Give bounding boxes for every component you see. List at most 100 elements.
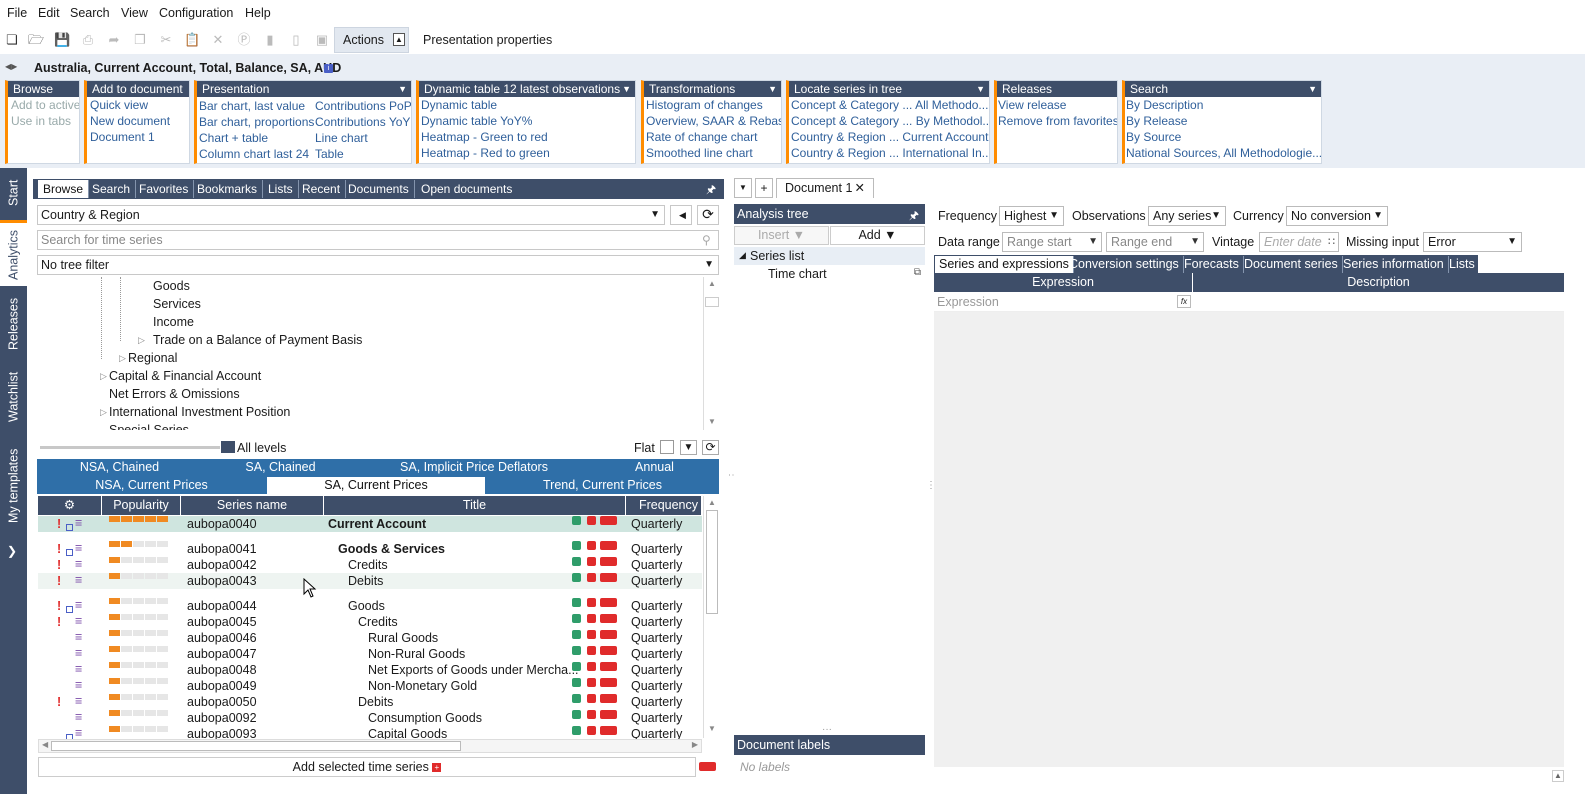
chart-icon[interactable] [572,573,581,582]
dropdown-icon[interactable]: ▼ [622,81,631,97]
dropdown-icon[interactable]: ▼ [398,81,407,97]
expression-input-row[interactable]: Expression fx [934,292,1564,312]
table-row[interactable]: ! ≡ aubopa0042 Credits Quarterly [38,557,702,573]
expand-sidebar-icon[interactable]: ❯ [7,544,17,558]
line-chart-link[interactable]: Line chart [315,130,411,146]
chart-icon[interactable] [572,726,581,735]
collapse-icon[interactable]: ◢ [739,250,746,261]
menu-file[interactable]: File [7,6,27,20]
add-to-active-link[interactable]: Add to active [8,97,79,113]
table-row[interactable]: ! ≡ aubopa0045 Credits Quarterly [38,614,702,630]
filter-icon[interactable]: ▼ [680,440,697,455]
table-row[interactable]: ≡ aubopa0047 Non-Rural Goods Quarterly [38,646,702,662]
tab-forecasts[interactable]: Forecasts [1180,256,1244,273]
heatmap-green-red-link[interactable]: Heatmap - Green to red [421,129,635,145]
new-document-link[interactable]: New document [87,113,189,129]
dropdown-icon[interactable]: ▼ [768,81,777,97]
menu-view[interactable]: View [121,6,148,20]
add-icon[interactable] [587,516,596,525]
add-document-button[interactable]: + [755,178,773,198]
tree-node-special[interactable]: Special Series [109,421,189,430]
print-icon[interactable]: ⎙ [80,32,96,48]
document-1-link[interactable]: Document 1 [87,129,189,145]
table-row[interactable]: ! ≡ aubopa0041 Goods & Services Quarterly [38,541,702,557]
table-row[interactable]: ≡ aubopa0048 Net Exports of Goods under Me… [38,662,702,678]
expand-icon[interactable]: ▷ [138,335,145,346]
col-title[interactable]: Title [324,496,626,515]
vintage-field[interactable]: Enter date ∷ [1259,232,1339,252]
add-to-doc-icon[interactable] [600,573,617,582]
smoothed-line-link[interactable]: Smoothed line chart [646,145,781,161]
cat-tab-nsa-chained[interactable]: NSA, Chained [37,459,202,476]
expand-icon[interactable]: ▷ [100,371,107,382]
contributions-yoy-link[interactable]: Contributions YoY [315,114,411,130]
col-description[interactable]: Description [1193,273,1564,292]
add-selected-button[interactable]: Add selected time series + [38,757,696,777]
cat-tab-sa-deflators[interactable]: SA, Implicit Price Deflators [359,459,589,476]
insert-button[interactable]: Insert ▼ [734,226,829,245]
side-tab-watchlist[interactable]: Watchlist [0,362,27,432]
range-start-field[interactable]: Range start ▼ [1002,232,1102,252]
tree-scrollbar[interactable]: ▲ ▼ [703,277,719,430]
cat-tab-annual[interactable]: Annual [590,459,719,476]
dropdown-icon[interactable]: ▼ [976,81,985,97]
add-icon[interactable] [587,710,596,719]
observations-select[interactable]: Any series ▼ [1148,206,1226,226]
table-row[interactable]: ! ≡ aubopa0050 Debits Quarterly [38,694,702,710]
side-tab-start[interactable]: Start [0,170,27,216]
col-frequency[interactable]: Frequency [626,496,702,515]
cat-tab-nsa-current[interactable]: NSA, Current Prices [37,477,266,494]
locate-link-4[interactable]: Country & Region ... International In... [791,145,989,161]
range-end-field[interactable]: Range end ▼ [1106,232,1204,252]
table-row[interactable]: ≡ aubopa0092 Consumption Goods Quarterly [38,710,702,726]
add-icon[interactable] [587,662,596,671]
tree-node-net-errors[interactable]: Net Errors & Omissions [109,385,240,403]
actions-tab[interactable]: Actions ▲ [334,27,409,53]
bar-chart-proportions-link[interactable]: Bar chart, proportions [199,114,315,130]
parameter-icon[interactable]: Ⓟ [236,32,252,48]
chart-icon[interactable] [572,614,581,623]
cat-tab-sa-current[interactable]: SA, Current Prices [267,477,485,494]
quick-view-link[interactable]: Quick view [87,97,189,113]
chart-icon[interactable] [572,694,581,703]
table-row[interactable]: ! ≡ aubopa0040 Current Account Quarterly [38,516,702,532]
add-to-doc-icon[interactable] [600,557,617,566]
bar-icon[interactable]: ▯ [288,32,304,48]
by-release-link[interactable]: By Release [1126,113,1321,129]
dynamic-table-yoy-link[interactable]: Dynamic table YoY% [421,113,635,129]
splitter-handle[interactable]: ··· [822,724,832,735]
add-to-doc-icon[interactable] [600,598,617,607]
side-tab-my-templates[interactable]: My templates [0,438,27,534]
table-row[interactable]: ≡ aubopa0046 Rural Goods Quarterly [38,630,702,646]
open-external-icon[interactable]: ⧉ [914,267,921,278]
tab-browse[interactable]: Browse [38,180,90,198]
tab-series-information[interactable]: Series information [1339,256,1449,273]
chart-icon[interactable] [572,710,581,719]
missing-input-select[interactable]: Error ▼ [1423,232,1522,252]
table-row[interactable]: ≡ aubopa0049 Non-Monetary Gold Quarterly [38,678,702,694]
menu-help[interactable]: Help [245,6,271,20]
doc-list-dropdown[interactable]: ▼ [734,178,752,198]
pin-icon[interactable]: 🖈 [706,181,716,200]
info-icon[interactable]: i [324,64,333,73]
add-icon[interactable] [587,726,596,735]
tab-recent[interactable]: Recent [297,180,347,198]
time-chart-node[interactable]: Time chart ⧉ [734,265,925,283]
national-sources-link[interactable]: National Sources, All Methodologie... [1126,145,1321,161]
tab-search[interactable]: Search [87,180,137,198]
chart-icon[interactable] [572,516,581,525]
tab-conversion-settings[interactable]: Conversion settings [1065,256,1184,273]
tree-node-regional[interactable]: Regional [128,349,177,367]
tab-document-1[interactable]: Document 1 ✕ [776,178,874,198]
save-icon[interactable]: 💾 [54,32,70,48]
function-icon[interactable]: fx [1177,295,1191,308]
add-to-doc-icon[interactable] [600,678,617,687]
table-scrollbar[interactable]: ▲ ▼ [703,496,719,738]
level-slider-thumb[interactable] [221,441,235,453]
share-icon[interactable]: ➦ [106,32,122,48]
heatmap-red-green-link[interactable]: Heatmap - Red to green [421,145,635,161]
histogram-link[interactable]: Histogram of changes [646,97,781,113]
open-folder-icon[interactable]: 🗁 [28,32,44,48]
level-slider-track[interactable] [40,446,220,449]
expand-icon[interactable]: ▷ [119,353,126,364]
